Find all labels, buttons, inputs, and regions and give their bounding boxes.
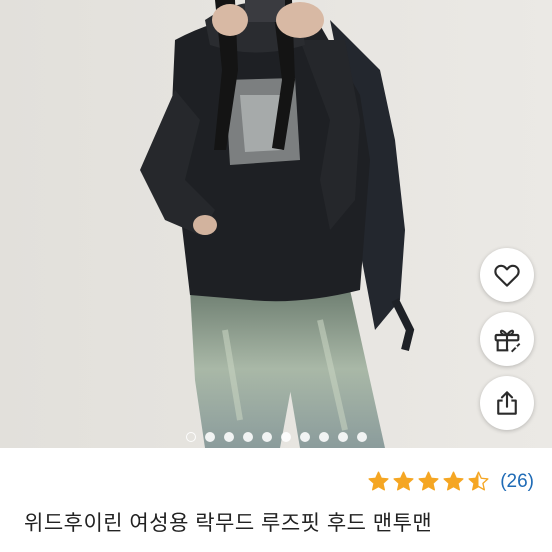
- carousel-dot[interactable]: [223, 432, 234, 442]
- product-image[interactable]: [0, 0, 552, 448]
- star-icon: [368, 471, 389, 491]
- carousel-dot[interactable]: [356, 432, 367, 442]
- rating[interactable]: (26): [367, 470, 534, 493]
- product-title: 위드후이린 여성용 락무드 루즈핏 후드 맨투맨: [24, 512, 433, 535]
- gift-icon: [494, 329, 521, 353]
- carousel-dot[interactable]: [299, 432, 310, 442]
- carousel-dot[interactable]: [204, 432, 215, 442]
- carousel-dot[interactable]: [261, 432, 272, 442]
- gift-button[interactable]: [480, 312, 534, 366]
- wishlist-button[interactable]: [480, 248, 534, 302]
- share-icon: [497, 391, 517, 415]
- carousel-dot[interactable]: [280, 432, 291, 442]
- carousel-dot[interactable]: [337, 432, 348, 442]
- share-button[interactable]: [480, 376, 534, 430]
- star-icon: [468, 471, 489, 491]
- rating-count[interactable]: (26): [500, 471, 534, 493]
- rating-stars: [367, 470, 490, 493]
- carousel-dot[interactable]: [242, 432, 253, 442]
- carousel-dot[interactable]: [185, 432, 196, 442]
- carousel-indicator: [0, 430, 552, 444]
- heart-icon: [494, 264, 520, 287]
- star-icon: [393, 471, 414, 491]
- star-icon: [418, 471, 439, 491]
- star-icon: [443, 471, 464, 491]
- carousel-dot[interactable]: [318, 432, 329, 442]
